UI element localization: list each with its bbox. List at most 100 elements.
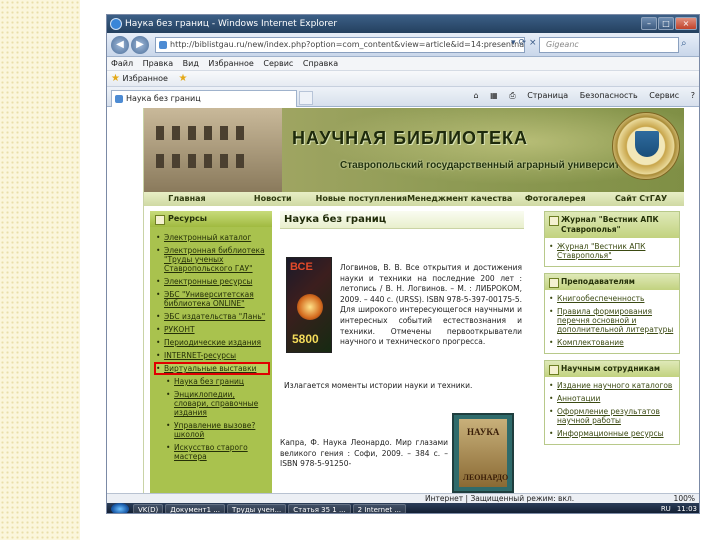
researchers-block: Научным сотрудникам Издание научного кат… [544,360,680,445]
address-bar-row: ◀ ▶ http://biblistgau.ru/new/index.php?o… [107,33,699,57]
nav-quality[interactable]: Менеджмент качества [407,192,512,206]
book-cover-art: НАУКА ЛЕОНАРДО [459,419,509,487]
site-title: НАУЧНАЯ БИБЛИОТЕКА [292,128,529,148]
nav-gallery[interactable]: Фотогалерея [512,192,598,206]
search-icon[interactable]: ⌕ [681,38,687,49]
researchers-link[interactable]: Информационные ресурсы [549,429,675,438]
virtual-exhibitions-link[interactable]: Виртуальные выставки [154,362,270,375]
nav-home[interactable]: Главная [144,192,230,206]
book-cover-number: 5800 [292,332,319,346]
researchers-link[interactable]: Аннотации [549,394,675,403]
book-cover-image[interactable]: ВСЕ 5800 [286,257,332,353]
taskbar-item[interactable]: Документ1 ... [165,504,225,513]
site-nav: Главная Новости Новые поступления Менедж… [144,192,684,206]
resources-header: Ресурсы [150,211,272,227]
resource-link[interactable]: ЭБС "Университетская библиотека ONLINE" [156,290,268,308]
taskbar-item[interactable]: VK(D) [133,504,164,513]
menu-item-favorites[interactable]: Избранное [208,59,253,68]
page-viewport: НАУЧНАЯ БИБЛИОТЕКА Ставропольский госуда… [107,108,699,493]
menu-bar: Файл Правка Вид Избранное Сервис Справка [107,57,699,71]
researchers-link[interactable]: Оформление результатов научной работы [549,407,675,425]
journal-link[interactable]: Журнал "Вестник АПК Ставрополья" [549,242,675,260]
favorites-bar: ★ Избранное ★ [107,71,699,87]
taskbar-item[interactable]: Статья 35 1 ... [288,504,351,513]
command-page[interactable]: Страница [527,91,568,100]
start-button[interactable] [111,503,129,513]
right-sidebar: Журнал "Вестник АПК Ставрополья" Журнал … [544,211,680,493]
command-safety[interactable]: Безопасность [580,91,638,100]
journal-header: Журнал "Вестник АПК Ставрополья" [545,212,679,238]
book-description: Логвинов, В. В. Все открытия и достижени… [340,263,522,347]
favorites-button[interactable]: Избранное [123,74,168,83]
status-bar: Интернет | Защищенный режим: вкл. 100% [107,493,699,503]
minimize-icon[interactable]: – [641,17,657,30]
book-cover-name: ЛЕОНАРДО [463,473,509,482]
favorites-star-icon[interactable]: ★ [111,73,120,84]
ie-logo-icon [110,18,122,30]
resource-link[interactable]: Электронный каталог [156,233,268,242]
clock[interactable]: 11:03 [677,505,697,513]
print-icon[interactable]: ⎙ [509,91,515,100]
book-description-end: Излагается моменты истории науки и техни… [284,381,473,390]
nav-new-arrivals[interactable]: Новые поступления [316,192,407,206]
window-controls: – □ × [641,17,697,30]
maximize-icon[interactable]: □ [658,17,674,30]
resource-link[interactable]: Периодические издания [156,338,268,347]
forward-icon[interactable]: ▶ [131,36,149,54]
teachers-header: Преподавателям [545,274,679,290]
resource-link[interactable]: Электронные ресурсы [156,277,268,286]
browser-window: Наука без границ - Windows Internet Expl… [106,14,700,514]
language-indicator[interactable]: RU [661,505,671,513]
help-icon[interactable]: ? [691,91,695,100]
journal-block: Журнал "Вестник АПК Ставрополья" Журнал … [544,211,680,267]
exhibition-link[interactable]: Наука без границ [166,377,268,386]
resources-list: Электронный каталог Электронная библиоте… [150,227,272,461]
menu-item-help[interactable]: Справка [303,59,338,68]
tab-current[interactable]: Наука без границ [111,90,297,107]
teachers-block: Преподавателям Книгообеспеченность Прави… [544,273,680,354]
search-input[interactable]: Gigeanc [539,37,679,53]
command-tools[interactable]: Сервис [649,91,679,100]
home-icon[interactable]: ⌂ [474,91,479,100]
feeds-icon[interactable]: ▦ [490,91,498,100]
window-title: Наука без границ - Windows Internet Expl… [125,19,338,29]
exhibition-link[interactable]: Энциклопедии, словари, справочные издани… [166,390,268,417]
university-seal-logo[interactable] [612,112,680,180]
teachers-link[interactable]: Книгообеспеченность [549,294,675,303]
researchers-link[interactable]: Издание научного каталогов [549,381,675,390]
teachers-link[interactable]: Правила формирования перечня основной и … [549,307,675,334]
researchers-header: Научным сотрудникам [545,361,679,377]
taskbar-item[interactable]: 2 Internet ... [352,504,407,513]
back-icon[interactable]: ◀ [111,36,129,54]
address-input[interactable]: http://biblistgau.ru/new/index.php?optio… [155,37,525,53]
taskbar-item[interactable]: Труды учен... [226,504,287,513]
slide-decoration-stripe [0,0,80,540]
resource-link[interactable]: РУКОНТ [156,325,268,334]
refresh-stop-icons[interactable]: ▾⟳× [511,38,540,48]
site-subtitle: Ставропольский государственный аграрный … [340,160,630,171]
menu-item-edit[interactable]: Правка [143,59,173,68]
resource-link[interactable]: Электронная библиотека "Труды ученых Ста… [156,246,268,273]
resource-link[interactable]: ЭБС издательства "Лань" [156,312,268,321]
book-cover-image[interactable]: НАУКА ЛЕОНАРДО [452,413,514,493]
page-title: Наука без границ [280,211,524,229]
exhibition-link[interactable]: Искусство старого мастера [166,443,268,461]
teachers-link[interactable]: Комплектование [549,338,675,347]
menu-item-view[interactable]: Вид [183,59,199,68]
new-tab-button[interactable] [299,91,313,105]
add-favorite-icon[interactable]: ★ [179,73,188,84]
book-cover-illustration [297,294,323,320]
menu-item-tools[interactable]: Сервис [263,59,293,68]
nav-news[interactable]: Новости [230,192,316,206]
close-icon[interactable]: × [675,17,697,30]
book-cover-title: ВСЕ [290,261,313,273]
book-description: Капра, Ф. Наука Леонардо. Мир глазами ве… [280,438,448,469]
menu-item-file[interactable]: Файл [111,59,133,68]
main-article: Наука без границ ВСЕ 5800 Логвинов, В. В… [280,211,524,493]
nav-university-site[interactable]: Сайт СтГАУ [598,192,684,206]
site-banner: НАУЧНАЯ БИБЛИОТЕКА Ставропольский госуда… [144,108,684,192]
windows-taskbar: VK(D) Документ1 ... Труды учен... Статья… [107,503,699,513]
exhibition-link[interactable]: Управление вызове? школой [166,421,268,439]
resource-link[interactable]: INTERNET-ресурсы [156,351,268,360]
command-bar: ⌂ ▦ ⎙ Страница Безопасность Сервис ? [465,91,696,101]
